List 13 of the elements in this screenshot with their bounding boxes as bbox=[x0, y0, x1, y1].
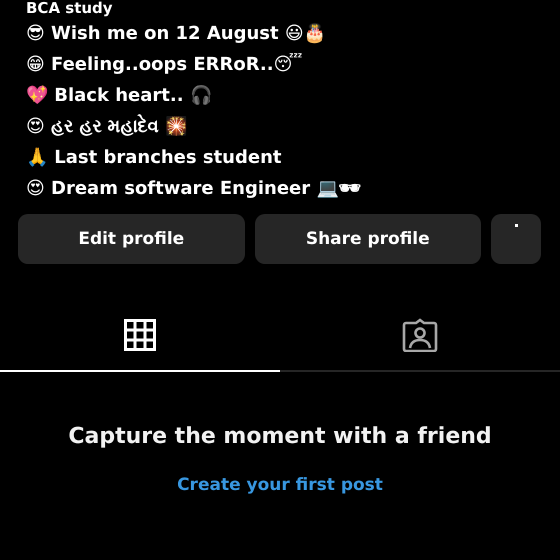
tagged-person-icon[interactable] bbox=[402, 318, 438, 352]
bio-line: 😍 હર હર મહાદેવ 🎇 bbox=[26, 113, 187, 139]
grid-icon[interactable] bbox=[124, 319, 156, 351]
profile-button[interactable]: Edit profile bbox=[18, 214, 244, 264]
create-post-link[interactable]: Create your first post bbox=[177, 475, 383, 495]
bio-line: 😍 Dream software Engineer 💻🕶 bbox=[26, 177, 362, 201]
bio-line: 🙏 Last branches student bbox=[26, 146, 282, 170]
profile-button[interactable]: Share profile bbox=[254, 214, 481, 264]
bio-line: 😎 Wish me on 12 August 😃🎂 bbox=[26, 22, 326, 46]
bio-line: 💖 Black heart.. 🎧 bbox=[26, 84, 212, 108]
bio-line: 😁 Feeling..oops ERRoR..😴 bbox=[26, 52, 302, 77]
bio-line: BCA study bbox=[26, 0, 113, 16]
empty-state-title: Capture the moment with a friend bbox=[68, 424, 492, 449]
